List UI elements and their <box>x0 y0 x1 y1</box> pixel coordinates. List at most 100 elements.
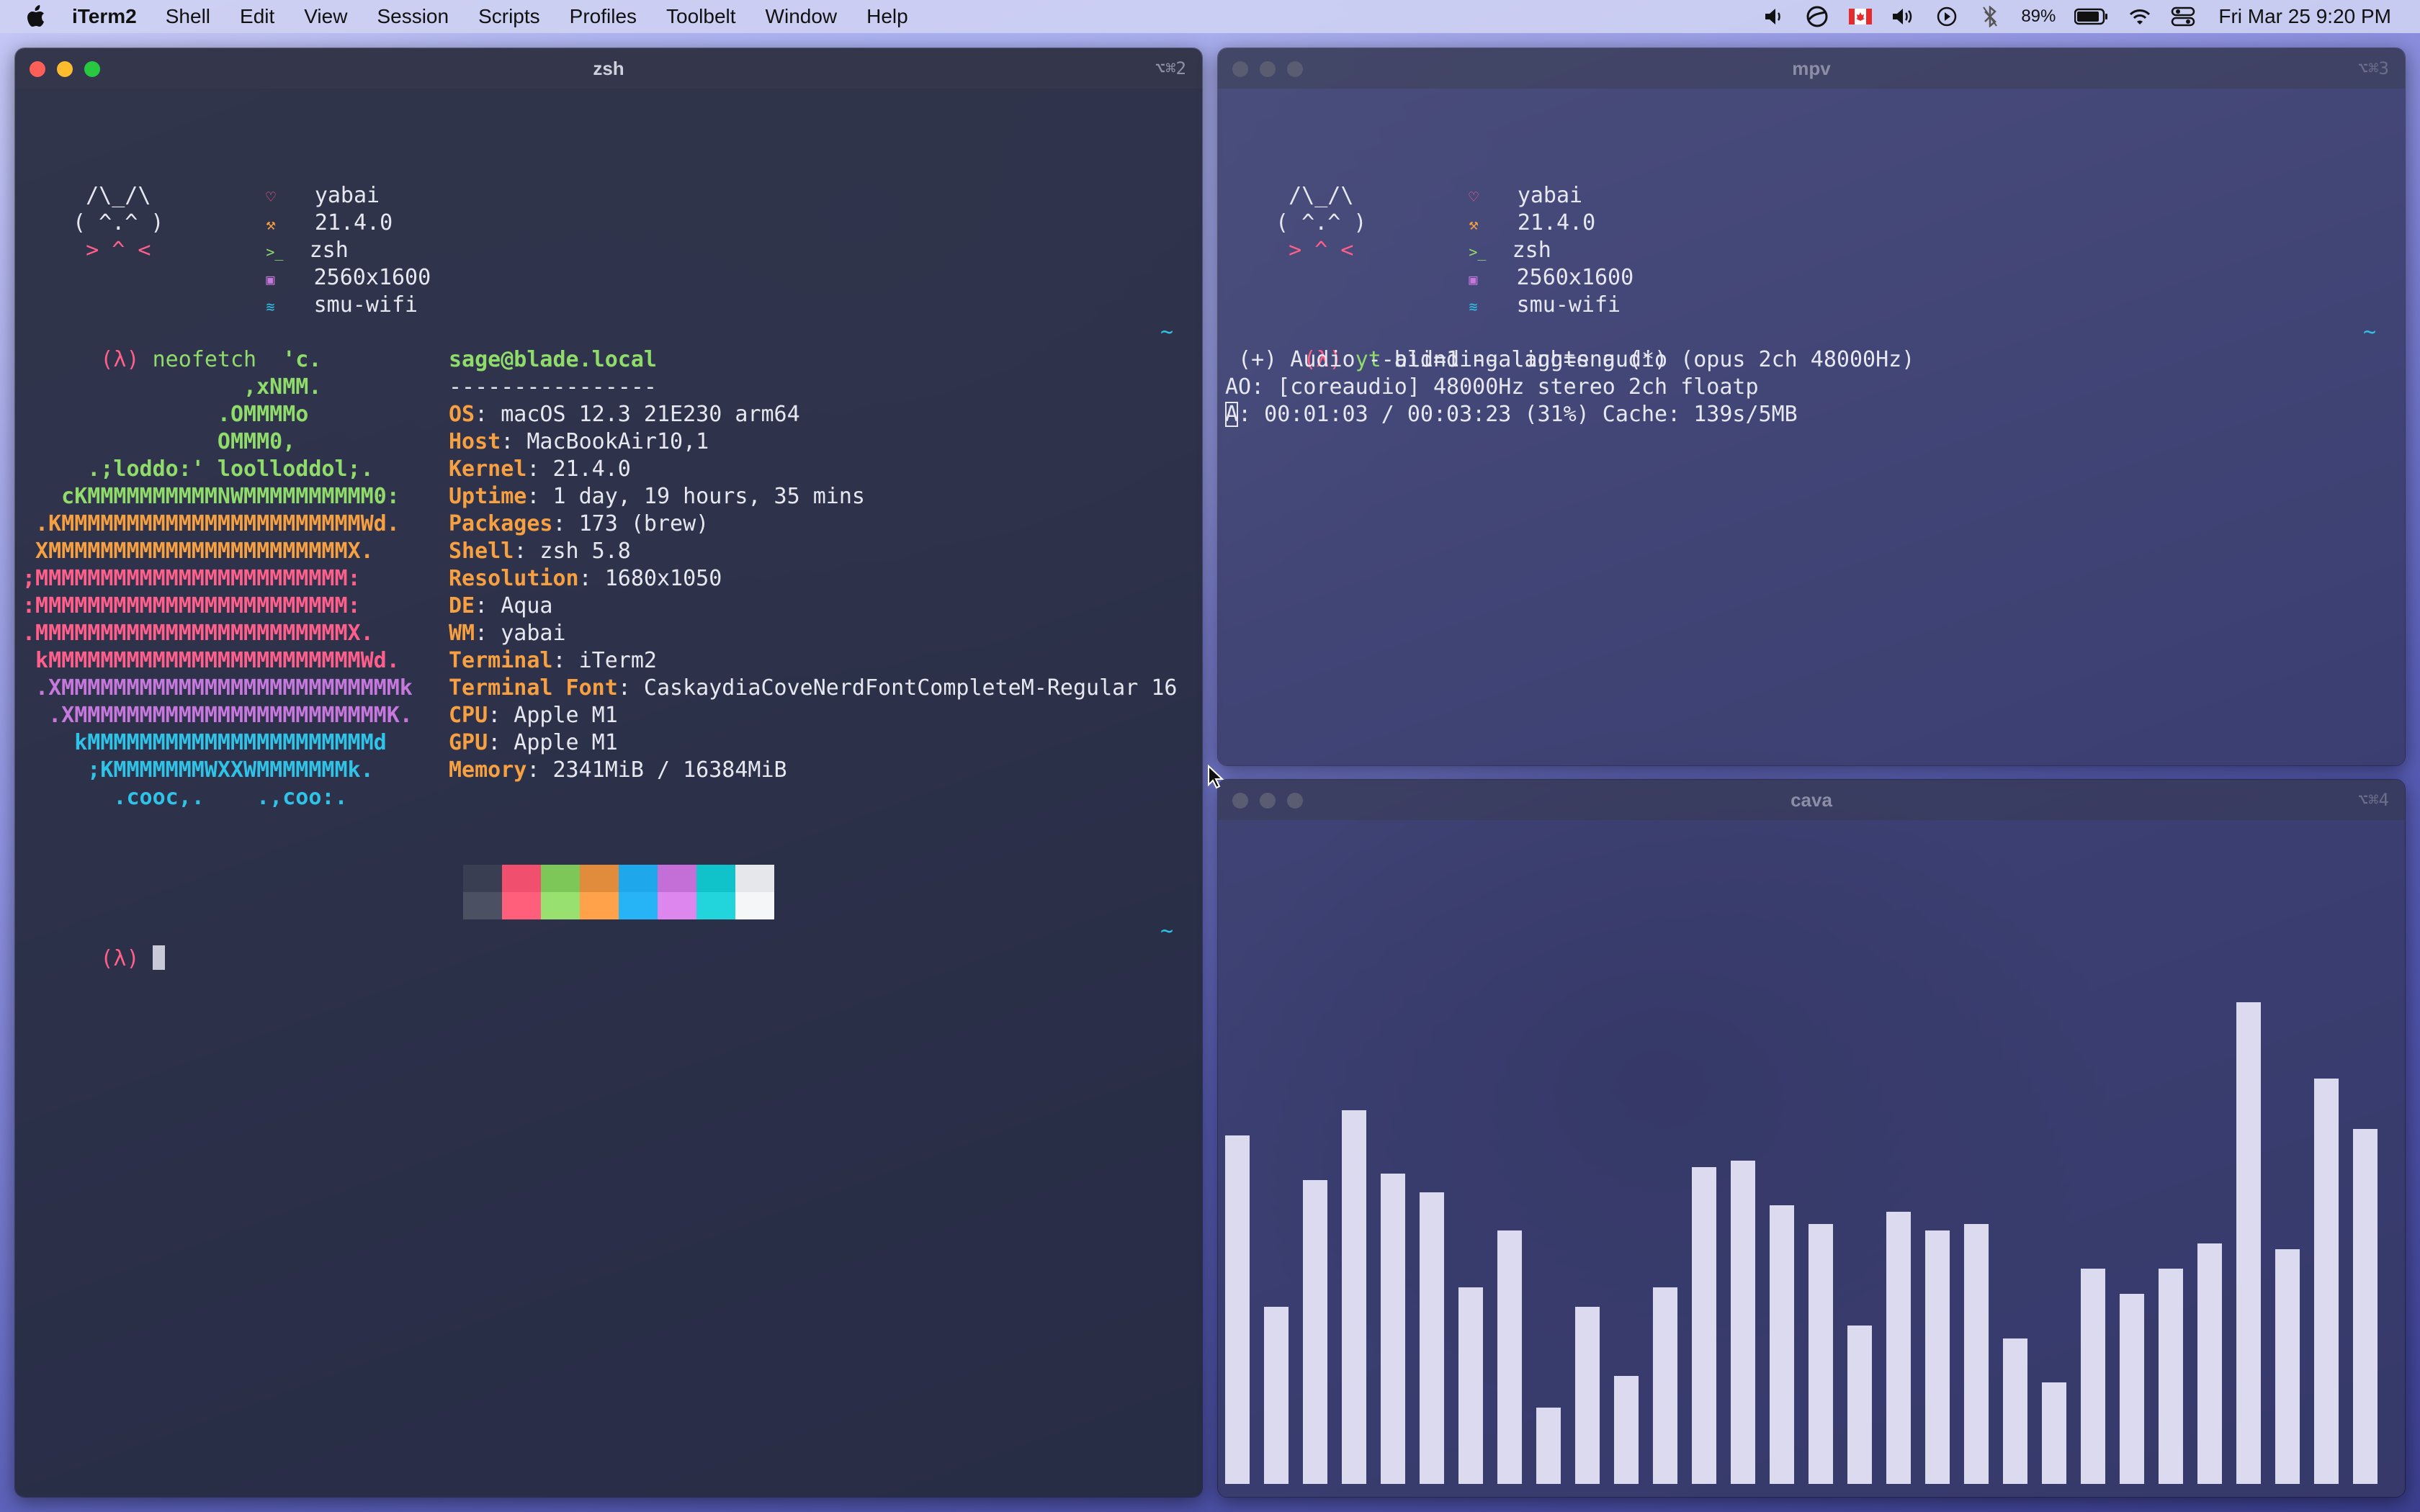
info-row: Terminal Font: CaskaydiaCoveNerdFontComp… <box>449 675 1177 702</box>
mini-logo-line: ( ^.^ ) <box>60 210 163 237</box>
menu-session[interactable]: Session <box>377 5 449 28</box>
menu-clock[interactable]: Fri Mar 25 9:20 PM <box>2218 5 2391 28</box>
menu-shell[interactable]: Shell <box>166 5 210 28</box>
info-row: GPU: Apple M1 <box>449 729 618 757</box>
control-center-icon[interactable] <box>2171 6 2195 27</box>
close-button[interactable] <box>30 61 45 77</box>
zoom-button[interactable] <box>1287 793 1303 809</box>
visualizer-bar <box>1847 1326 1872 1484</box>
close-button[interactable] <box>1232 61 1248 77</box>
palette-swatch <box>580 865 619 892</box>
info-key: Resolution <box>449 566 579 591</box>
visualizer-bar <box>2042 1382 2066 1484</box>
zoom-button[interactable] <box>1287 61 1303 77</box>
menu-view[interactable]: View <box>304 5 347 28</box>
output-line: AO: [coreaudio] 48000Hz stereo 2ch float… <box>1225 374 1759 400</box>
palette-swatch <box>658 892 696 919</box>
visualizer-bar <box>2120 1294 2144 1484</box>
visualizer-bar <box>1614 1376 1639 1484</box>
visualizer-bar <box>1420 1192 1444 1484</box>
window-titlebar[interactable]: cava ⌥⌘4 <box>1218 780 2405 820</box>
cava-window[interactable]: cava ⌥⌘4 <box>1217 779 2406 1498</box>
info-value: : CaskaydiaCoveNerdFontCompleteM-Regular… <box>617 675 1178 701</box>
mini-fetch-row: >_ zsh <box>188 210 348 263</box>
status-globe-icon[interactable] <box>1805 6 1829 27</box>
logo-line: .MMMMMMMMMMMMMMMMMMMMMMMMX. <box>22 621 374 646</box>
minimize-button[interactable] <box>1260 61 1276 77</box>
menu-edit[interactable]: Edit <box>240 5 274 28</box>
prompt-cwd: ~ <box>2363 320 2377 345</box>
visualizer-bar <box>1964 1224 1989 1484</box>
mini-fetch-row: ♡ yabai <box>1391 155 1582 208</box>
visualizer-bar <box>2003 1338 2027 1484</box>
minimize-button[interactable] <box>1260 793 1276 809</box>
terminal-content[interactable]: /\_/\ ( ^.^ ) > ^ < ♡ yabai ⚒ 21.4.0 >_ … <box>15 89 1202 1497</box>
terminal-content[interactable]: /\_/\ ( ^.^ ) > ^ < ♡ yabai ⚒ 21.4.0 >_ … <box>1218 89 2405 765</box>
info-key: Shell <box>449 539 514 564</box>
info-row: Host: MacBookAir10,1 <box>449 428 709 456</box>
menu-profiles[interactable]: Profiles <box>570 5 637 28</box>
info-row: Uptime: 1 day, 19 hours, 35 mins <box>449 483 865 510</box>
now-playing-icon[interactable] <box>1935 6 1959 27</box>
palette-swatch <box>619 892 658 919</box>
info-value: : zsh 5.8 <box>514 539 631 564</box>
info-value: : Aqua <box>475 593 553 618</box>
mpv-window[interactable]: mpv ⌥⌘3 /\_/\ ( ^.^ ) > ^ < ♡ yabai ⚒ 21… <box>1217 48 2406 766</box>
mini-logo-text: > ^ < <box>1263 238 1354 263</box>
window-titlebar[interactable]: zsh ⌥⌘2 <box>15 48 1202 89</box>
prompt-symbol: (λ) <box>100 946 140 971</box>
info-key: Packages <box>449 511 553 536</box>
visualizer-bar <box>1264 1307 1289 1484</box>
info-key: OS <box>449 402 475 427</box>
apple-menu-icon[interactable] <box>26 4 48 29</box>
menu-scripts[interactable]: Scripts <box>478 5 540 28</box>
visualizer-bar <box>2197 1243 2222 1484</box>
mini-fetch-row: ≋ smu-wifi <box>1391 264 1621 318</box>
mini-fetch-row: ≋ smu-wifi <box>188 264 418 318</box>
info-value: : iTerm2 <box>552 648 658 673</box>
canada-flag-icon[interactable] <box>1848 6 1873 27</box>
info-key: WM <box>449 621 475 646</box>
mini-logo-text: ( ^.^ ) <box>1263 210 1367 235</box>
info-key: DE <box>449 593 475 618</box>
speaker-icon[interactable] <box>1762 6 1786 27</box>
logo-line: ;MMMMMMMMMMMMMMMMMMMMMMMM: <box>22 566 361 591</box>
info-row: Resolution: 1680x1050 <box>449 565 722 593</box>
logo-line: .cooc,. .,coo:. <box>22 785 348 810</box>
prompt-line: (λ) neofetch <box>22 319 256 372</box>
color-palette <box>463 865 774 919</box>
visualizer-bar <box>2353 1129 2378 1484</box>
app-menu[interactable]: iTerm2 <box>72 5 137 28</box>
battery-icon[interactable] <box>2074 6 2109 27</box>
wifi-icon: ≋ <box>1469 298 1478 315</box>
zoom-button[interactable] <box>84 61 100 77</box>
menu-toolbelt[interactable]: Toolbelt <box>666 5 736 28</box>
logo-line: kMMMMMMMMMMMMMMMMMMMMMMd <box>22 730 387 755</box>
info-key: CPU <box>449 703 488 728</box>
prompt-line: (λ) <box>22 918 165 971</box>
volume-icon[interactable] <box>1891 6 1916 27</box>
minimize-button[interactable] <box>57 61 73 77</box>
visualizer-bar <box>1886 1212 1911 1484</box>
menu-help[interactable]: Help <box>866 5 908 28</box>
bluetooth-icon[interactable] <box>1978 6 2002 27</box>
wifi-icon[interactable] <box>2128 6 2152 27</box>
menu-window[interactable]: Window <box>766 5 838 28</box>
info-key: Memory <box>449 757 527 783</box>
close-button[interactable] <box>1232 793 1248 809</box>
zsh-window[interactable]: zsh ⌥⌘2 /\_/\ ( ^.^ ) > ^ < ♡ yabai ⚒ 21… <box>14 48 1203 1498</box>
info-row: DE: Aqua <box>449 593 553 620</box>
mini-logo-line: /\_/\ <box>60 182 151 210</box>
logo-line: .XMMMMMMMMMMMMMMMMMMMMMMMMK. <box>22 703 413 728</box>
logo-line: kMMMMMMMMMMMMMMMMMMMMMMMMWd. <box>22 648 400 673</box>
visualizer-bar <box>1575 1307 1600 1484</box>
status-rest: : 00:01:03 / 00:03:23 (31%) Cache: 139s/… <box>1238 402 1798 427</box>
mini-fetch-value: smu-wifi <box>313 292 418 318</box>
palette-swatch <box>541 892 580 919</box>
battery-percent: 89% <box>2021 6 2056 26</box>
window-titlebar[interactable]: mpv ⌥⌘3 <box>1218 48 2405 89</box>
logo-line: OMMM0, <box>22 429 296 454</box>
info-value: : 21.4.0 <box>526 456 631 482</box>
visualizer-bar <box>2236 1002 2261 1484</box>
info-key: Host <box>449 429 501 454</box>
